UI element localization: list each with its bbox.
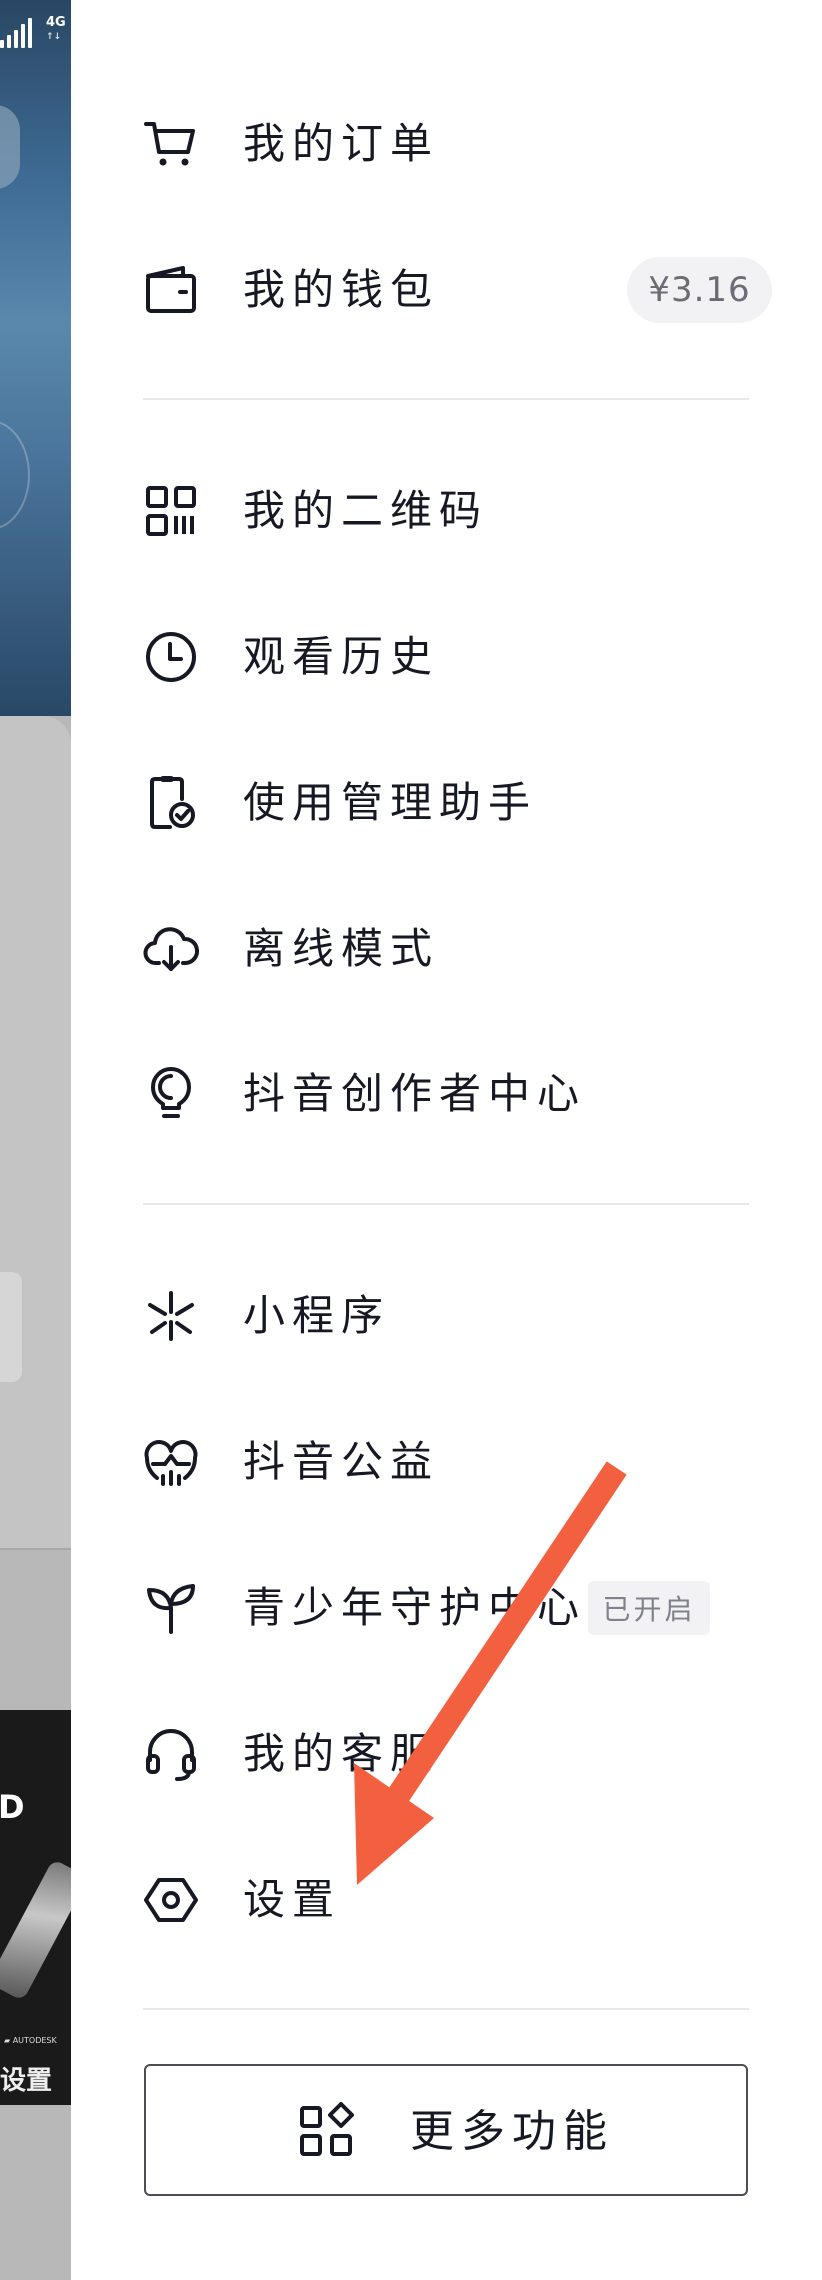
background-card [0, 716, 71, 1548]
background-chip [0, 1272, 22, 1382]
headset-icon [143, 1726, 199, 1782]
menu-item-orders[interactable]: 我的订单 [71, 94, 822, 194]
thumbnail-graphic: 设置 [0, 2066, 53, 2096]
menu-item-usage-assistant[interactable]: 使用管理助手 [71, 753, 822, 853]
thumbnail-graphic [0, 1858, 71, 2002]
asterisk-icon [143, 1288, 199, 1344]
lightbulb-icon [143, 1066, 199, 1122]
background-divider [0, 1548, 71, 1550]
menu-item-settings[interactable]: 设置 [71, 1850, 822, 1950]
wallet-balance-badge: ¥3.16 [627, 257, 772, 323]
menu-divider [143, 1203, 749, 1205]
background-video-top [0, 0, 71, 716]
menu-item-label: 观看历史 [243, 632, 440, 681]
cart-icon [143, 116, 199, 172]
background-thumbnail[interactable]: D ▰ AUTODESK 设置 [0, 1710, 71, 2105]
menu-item-qrcode[interactable]: 我的二维码 [71, 461, 822, 561]
menu-item-creator-center[interactable]: 抖音创作者中心 [71, 1044, 822, 1144]
network-type: 4G ↑↓ [46, 15, 66, 43]
menu-divider [143, 398, 749, 400]
menu-item-label: 我的二维码 [243, 486, 489, 535]
menu-divider [143, 2008, 749, 2010]
background-content[interactable]: 4G ↑↓ D ▰ AUTODESK 设置 [0, 0, 71, 2280]
menu-item-youth-protection[interactable]: 青少年守护中心 已开启 [71, 1558, 822, 1658]
menu-item-label: 我的客服 [243, 1729, 440, 1778]
menu-item-label: 我的钱包 [243, 265, 440, 314]
clock-icon [143, 629, 199, 685]
menu-item-label: 我的订单 [243, 119, 440, 168]
menu-item-label: 青少年守护中心 [243, 1583, 587, 1632]
menu-item-customer-service[interactable]: 我的客服 [71, 1704, 822, 1804]
qrcode-icon [143, 483, 199, 539]
thumbnail-graphic: D [0, 1788, 25, 1826]
heart-chart-icon [143, 1434, 199, 1490]
signal-icon [0, 18, 32, 48]
hexagon-gear-icon [143, 1872, 199, 1928]
menu-item-charity[interactable]: 抖音公益 [71, 1412, 822, 1512]
menu-item-label: 使用管理助手 [243, 778, 538, 827]
menu-item-history[interactable]: 观看历史 [71, 607, 822, 707]
menu-item-label: 抖音公益 [243, 1437, 440, 1486]
background-shape [0, 105, 20, 189]
wallet-icon [143, 262, 199, 318]
menu-item-label: 设置 [243, 1875, 342, 1924]
more-functions-label: 更多功能 [410, 2106, 614, 2157]
side-drawer: 我的订单 我的钱包 ¥3.16 我的二维码 观看历史 使用管理助手 离线模式 抖… [71, 0, 822, 2280]
apps-icon [300, 2102, 354, 2156]
menu-item-label: 小程序 [243, 1291, 391, 1340]
menu-item-label: 抖音创作者中心 [243, 1069, 587, 1118]
phone-check-icon [143, 775, 199, 831]
menu-item-mini-programs[interactable]: 小程序 [71, 1266, 822, 1366]
background-shape [0, 420, 30, 530]
more-functions-button[interactable]: 更多功能 [144, 2064, 748, 2196]
menu-item-offline[interactable]: 离线模式 [71, 899, 822, 999]
thumbnail-graphic: ▰ AUTODESK [4, 2036, 57, 2045]
menu-item-label: 离线模式 [243, 924, 440, 973]
sprout-icon [143, 1580, 199, 1636]
youth-protection-status-tag: 已开启 [588, 1581, 710, 1635]
menu-item-wallet[interactable]: 我的钱包 ¥3.16 [71, 240, 822, 340]
cloud-download-icon [143, 921, 199, 977]
